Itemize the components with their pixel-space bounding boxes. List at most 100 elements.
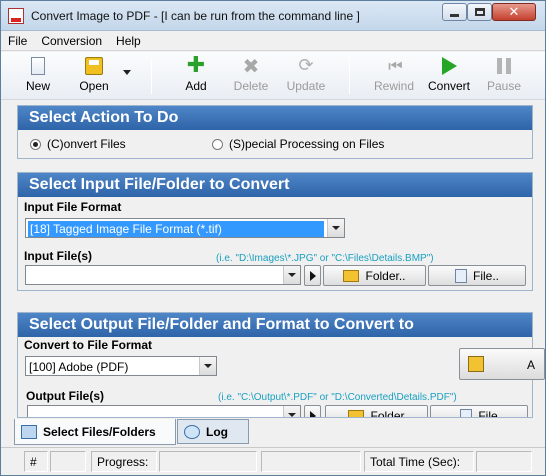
status-bar: # Progress: Total Time (Sec): xyxy=(1,447,545,475)
status-progress-label: Progress: xyxy=(97,455,149,469)
tab-select-files-label: Select Files/Folders xyxy=(43,424,156,439)
bottom-tabs: Select Files/Folders Log xyxy=(14,419,534,445)
menu-file[interactable]: File xyxy=(1,31,34,50)
convert-play-icon xyxy=(441,57,457,75)
minimize-icon xyxy=(450,13,459,17)
files-tab-icon xyxy=(21,424,37,439)
input-files-hint: (i.e. "D:\Images\*.JPG" or "C:\Files\Det… xyxy=(216,253,434,264)
output-section: Select Output File/Folder and Format to … xyxy=(17,312,533,418)
app-window: Convert Image to PDF - [I can be run fro… xyxy=(0,0,546,476)
input-format-select[interactable]: [18] Tagged Image File Format (*.tif) xyxy=(25,218,345,238)
open-dropdown-arrow-icon[interactable] xyxy=(123,70,131,75)
action-section: Select Action To Do (C)onvert Files (S)p… xyxy=(17,105,533,159)
maximize-icon xyxy=(474,8,485,16)
add-plus-icon: ✚ xyxy=(186,53,206,78)
open-label: Open xyxy=(79,79,109,93)
rewind-icon: ⏮ xyxy=(388,56,403,75)
pause-button[interactable]: Pause xyxy=(487,56,521,93)
status-total-time: Total Time (Sec): xyxy=(364,451,474,472)
output-files-combo[interactable] xyxy=(27,405,301,417)
minimize-button[interactable] xyxy=(442,3,467,21)
new-label: New xyxy=(25,79,50,93)
status-count-label: # xyxy=(30,455,37,469)
maximize-button[interactable] xyxy=(467,3,492,21)
output-folder-label: Folder xyxy=(370,408,405,418)
status-total-time-label: Total Time (Sec): xyxy=(370,455,461,469)
input-files-label: Input File(s) xyxy=(24,249,92,263)
delete-x-icon: ✖ xyxy=(242,54,260,78)
menu-conversion[interactable]: Conversion xyxy=(34,31,109,50)
output-format-select[interactable]: [100] Adobe (PDF) xyxy=(25,356,217,376)
close-icon: ✕ xyxy=(508,4,520,20)
output-options-button[interactable]: A xyxy=(459,348,545,380)
log-clock-icon xyxy=(184,424,200,439)
status-count-value xyxy=(50,451,86,472)
output-files-label: Output File(s) xyxy=(26,389,104,403)
output-format-value: [100] Adobe (PDF) xyxy=(29,360,129,374)
title-bar: Convert Image to PDF - [I can be run fro… xyxy=(1,1,545,31)
pause-icon xyxy=(497,58,511,74)
delete-button[interactable]: ✖ Delete xyxy=(233,56,269,93)
input-format-value: [18] Tagged Image File Format (*.tif) xyxy=(28,221,324,237)
options-icon xyxy=(468,356,484,372)
convert-button[interactable]: Convert xyxy=(427,56,471,93)
convert-files-label: (C)onvert Files xyxy=(47,137,126,151)
add-button[interactable]: ✚ Add xyxy=(181,53,211,94)
output-file-button[interactable]: File xyxy=(430,405,528,418)
update-refresh-icon: ⟳ xyxy=(298,55,314,76)
output-file-label: File xyxy=(478,408,498,418)
window-title: Convert Image to PDF - [I can be run fro… xyxy=(31,9,360,23)
chevron-down-icon xyxy=(199,357,216,375)
arrow-right-icon xyxy=(309,270,316,281)
arrow-right-icon xyxy=(309,410,316,417)
folder-icon xyxy=(348,409,365,417)
input-section: Select Input File/Folder to Convert Inpu… xyxy=(17,172,533,291)
output-format-label: Convert to File Format xyxy=(24,338,153,352)
special-processing-radio[interactable]: (S)pecial Processing on Files xyxy=(212,137,384,151)
open-button[interactable]: Open xyxy=(77,56,111,93)
input-file-label: File.. xyxy=(472,268,499,283)
tab-select-files[interactable]: Select Files/Folders xyxy=(14,419,176,445)
file-icon xyxy=(460,408,473,417)
chevron-down-icon xyxy=(327,219,344,237)
input-format-label: Input File Format xyxy=(24,200,122,214)
input-arrow-button[interactable] xyxy=(304,265,321,286)
add-label: Add xyxy=(185,79,207,93)
delete-label: Delete xyxy=(233,79,269,93)
chevron-down-icon xyxy=(283,266,300,284)
new-button[interactable]: New xyxy=(23,56,53,93)
output-options-label: A xyxy=(527,358,536,372)
rewind-label: Rewind xyxy=(373,79,415,93)
convert-files-radio[interactable]: (C)onvert Files xyxy=(30,137,126,151)
output-arrow-button[interactable] xyxy=(304,405,321,417)
convert-label: Convert xyxy=(427,79,471,93)
special-processing-label: (S)pecial Processing on Files xyxy=(229,137,385,151)
menu-bar: File Conversion Help xyxy=(1,31,545,51)
tab-log[interactable]: Log xyxy=(177,419,249,444)
menu-help[interactable]: Help xyxy=(109,31,148,50)
input-section-header: Select Input File/Folder to Convert xyxy=(18,173,532,197)
close-button[interactable]: ✕ xyxy=(492,3,536,21)
output-section-header: Select Output File/Folder and Format to … xyxy=(18,313,532,337)
toolbar-separator xyxy=(151,58,152,94)
update-label: Update xyxy=(286,79,326,93)
input-file-button[interactable]: File.. xyxy=(428,265,526,286)
folder-icon xyxy=(343,269,360,282)
radio-selected-icon xyxy=(30,138,41,150)
input-folder-button[interactable]: Folder.. xyxy=(323,265,426,286)
output-folder-button[interactable]: Folder xyxy=(325,405,428,418)
action-section-header: Select Action To Do xyxy=(18,106,532,130)
update-button[interactable]: ⟳ Update xyxy=(285,55,327,94)
status-total-time-value xyxy=(476,451,532,472)
chevron-down-icon xyxy=(283,406,300,417)
file-icon xyxy=(454,268,467,283)
rewind-button[interactable]: ⏮ Rewind xyxy=(373,56,415,93)
toolbar-separator xyxy=(349,58,350,94)
output-files-hint: (i.e. "C:\Output\*.PDF" or "D:\Converted… xyxy=(218,392,457,403)
pause-label: Pause xyxy=(487,79,522,93)
new-document-icon xyxy=(31,57,45,75)
toolbar: New Open ✚ Add ✖ Delete ⟳ Update ⏮ Rewin… xyxy=(1,52,545,100)
radio-unselected-icon xyxy=(212,138,223,150)
open-disk-icon xyxy=(85,57,103,75)
input-files-combo[interactable] xyxy=(25,265,301,285)
